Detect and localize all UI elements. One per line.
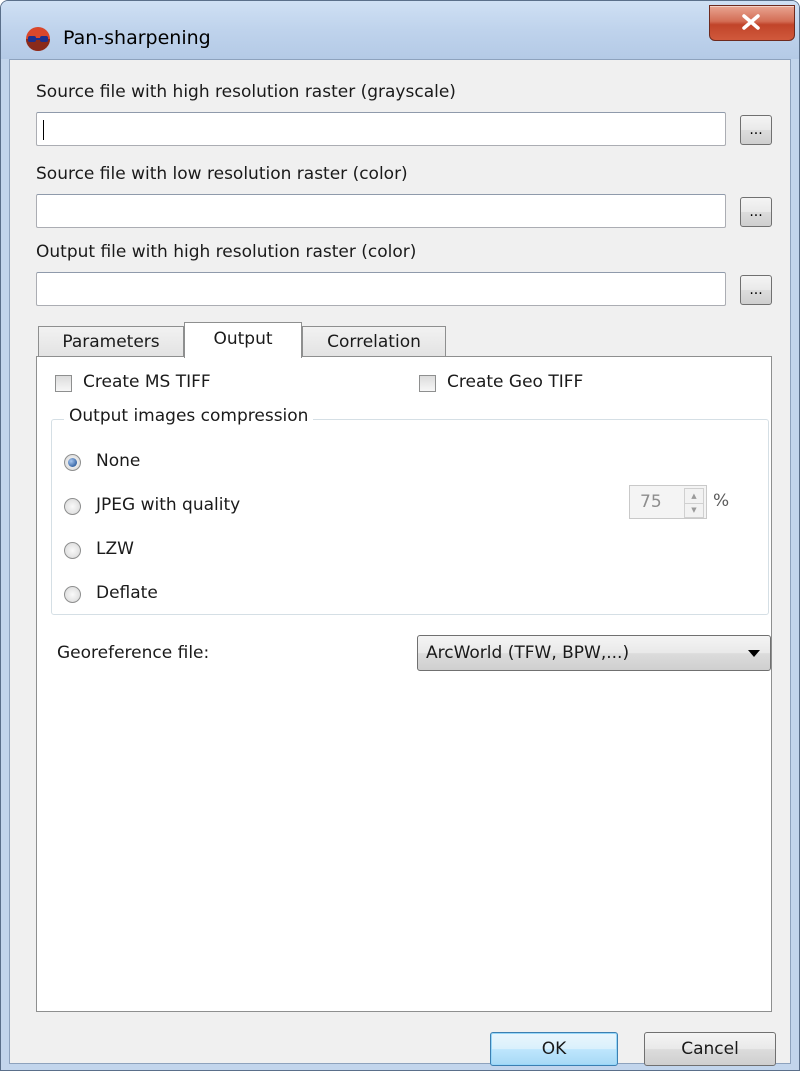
compression-deflate-label: Deflate <box>96 583 158 603</box>
create-geo-tiff-label: Create Geo TIFF <box>447 372 584 392</box>
ok-button[interactable]: OK <box>490 1032 618 1066</box>
compression-none-radio[interactable] <box>64 454 81 471</box>
tab-parameters[interactable]: Parameters <box>38 326 184 356</box>
close-button[interactable] <box>709 5 795 41</box>
output-tab-panel: Create MS TIFF Create Geo TIFF Output im… <box>36 356 772 1012</box>
compression-none-label: None <box>96 451 141 471</box>
compression-group-title: Output images compression <box>64 406 314 426</box>
low-res-browse-button[interactable]: ... <box>740 197 772 227</box>
jpeg-quality-value: 75 <box>640 492 662 512</box>
dialog-client-area: Source file with high resolution raster … <box>9 59 791 1066</box>
high-res-source-input[interactable] <box>36 112 726 146</box>
low-res-source-label: Source file with low resolution raster (… <box>36 164 408 184</box>
jpeg-quality-spinbox[interactable]: 75 ▲ ▼ <box>629 485 707 519</box>
output-file-label: Output file with high resolution raster … <box>36 242 417 262</box>
create-ms-tiff-label: Create MS TIFF <box>83 372 211 392</box>
compression-jpeg-radio[interactable] <box>64 498 81 515</box>
georeference-select[interactable]: ArcWorld (TFW, BPW,...) <box>417 635 771 671</box>
compression-jpeg-label: JPEG with quality <box>96 495 241 515</box>
jpeg-quality-unit: % <box>713 491 730 511</box>
georeference-label: Georeference file: <box>57 643 210 663</box>
tab-correlation[interactable]: Correlation <box>302 326 446 356</box>
cancel-button[interactable]: Cancel <box>644 1032 776 1066</box>
title-bar[interactable]: Pan-sharpening <box>1 1 799 59</box>
high-res-browse-button[interactable]: ... <box>740 115 772 145</box>
tab-output[interactable]: Output <box>184 322 302 358</box>
georeference-value: ArcWorld (TFW, BPW,...) <box>426 643 630 663</box>
close-icon <box>742 14 760 30</box>
spin-up-icon[interactable]: ▲ <box>685 489 703 504</box>
compression-deflate-radio[interactable] <box>64 586 81 603</box>
low-res-source-input[interactable] <box>36 194 726 228</box>
window-title: Pan-sharpening <box>63 27 211 49</box>
create-ms-tiff-checkbox[interactable] <box>55 375 72 392</box>
compression-lzw-radio[interactable] <box>64 542 81 559</box>
compression-lzw-label: LZW <box>96 539 134 559</box>
dialog-window: Pan-sharpening Source file with high res… <box>0 0 800 1071</box>
app-icon <box>26 27 50 51</box>
jpeg-quality-stepper[interactable]: ▲ ▼ <box>684 488 704 518</box>
high-res-source-label: Source file with high resolution raster … <box>36 82 456 102</box>
text-caret <box>43 120 44 140</box>
output-file-input[interactable] <box>36 272 726 306</box>
create-geo-tiff-checkbox[interactable] <box>419 375 436 392</box>
output-browse-button[interactable]: ... <box>740 275 772 305</box>
spin-down-icon[interactable]: ▼ <box>685 503 703 517</box>
chevron-down-icon <box>748 650 760 657</box>
